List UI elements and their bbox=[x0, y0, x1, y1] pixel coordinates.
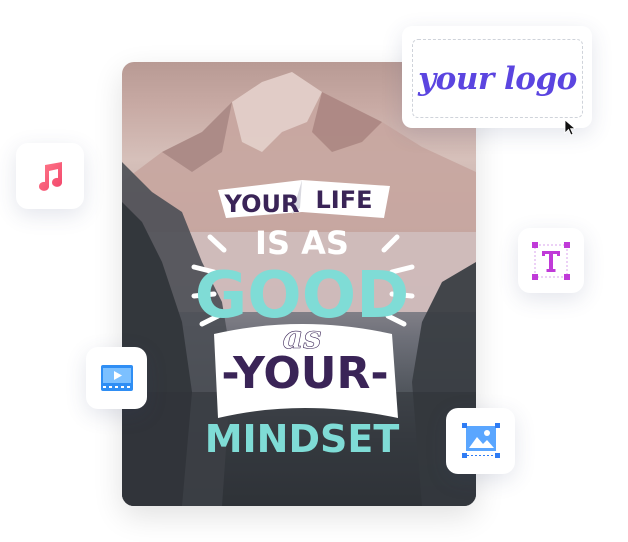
image-resize-icon bbox=[461, 423, 500, 458]
poster-line1-right: LIFE bbox=[315, 186, 372, 214]
video-tile[interactable] bbox=[86, 347, 147, 409]
image-tile[interactable] bbox=[446, 408, 515, 474]
music-note-icon bbox=[39, 162, 63, 191]
poster-line5: -YOUR- bbox=[221, 348, 388, 399]
music-tile[interactable] bbox=[16, 143, 84, 209]
poster-image[interactable]: YOUR LIFE IS AS GOOD as -YOUR- MINDSET bbox=[122, 62, 476, 506]
logo-placeholder-box[interactable]: your logo bbox=[412, 39, 583, 118]
quote-artwork: YOUR LIFE IS AS GOOD as -YOUR- MINDSET bbox=[191, 180, 415, 461]
logo-text: your logo bbox=[418, 60, 577, 97]
poster-line6: MINDSET bbox=[205, 417, 400, 461]
video-player-icon bbox=[100, 365, 133, 391]
text-box-icon bbox=[532, 241, 570, 280]
logo-card[interactable]: your logo bbox=[402, 26, 592, 128]
mouse-cursor-icon bbox=[564, 119, 577, 136]
text-tile[interactable] bbox=[518, 228, 584, 293]
poster-line1-left: YOUR bbox=[224, 190, 300, 218]
poster-line2: IS AS bbox=[255, 224, 349, 262]
